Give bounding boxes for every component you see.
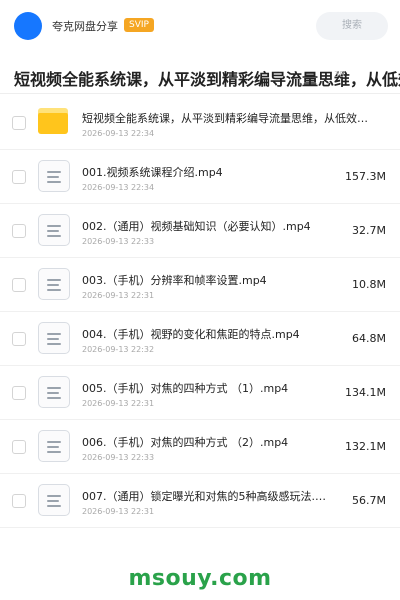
file-name: 004.（手机）视野的变化和焦距的特点.mp4: [82, 328, 300, 341]
avatar[interactable]: [14, 12, 42, 40]
file-name: 短视频全能系统课，从平淡到精彩编导流量思维，从低效到高效: [82, 112, 372, 125]
title-hint: 38: [334, 70, 345, 79]
file-name: 003.（手机）分辨率和帧率设置.mp4: [82, 274, 267, 287]
title-bar: 短视频全能系统课，从平淡到精彩编导流量思维，从低效到高效 38: [0, 62, 400, 94]
search-button[interactable]: 搜索: [316, 12, 388, 40]
file-date: 2026-09-13 22:34: [82, 129, 155, 138]
list-item-file[interactable]: 006.（手机）对焦的四种方式 （2）.mp4 2026-09-13 22:33…: [0, 420, 400, 474]
watermark-text: msouy.com: [128, 566, 272, 591]
row-checkbox[interactable]: [12, 332, 26, 346]
list-item-file[interactable]: 004.（手机）视野的变化和焦距的特点.mp4 2026-09-13 22:32…: [0, 312, 400, 366]
file-date: 2026-09-13 22:31: [82, 507, 155, 516]
file-date: 2026-09-13 22:31: [82, 399, 155, 408]
row-checkbox[interactable]: [12, 440, 26, 454]
document-icon: [38, 430, 70, 462]
file-date: 2026-09-13 22:33: [82, 453, 155, 462]
file-name: 006.（手机）对焦的四种方式 （2）.mp4: [82, 436, 289, 449]
file-date: 2026-09-13 22:32: [82, 345, 155, 354]
row-checkbox[interactable]: [12, 278, 26, 292]
row-checkbox[interactable]: [12, 170, 26, 184]
document-icon: [38, 484, 70, 516]
list-item-folder[interactable]: 短视频全能系统课，从平淡到精彩编导流量思维，从低效到高效 2026-09-13 …: [0, 96, 400, 150]
list-item-file[interactable]: 005.（手机）对焦的四种方式 （1）.mp4 2026-09-13 22:31…: [0, 366, 400, 420]
file-size: 56.7M: [352, 494, 386, 507]
file-size: 132.1M: [345, 440, 386, 453]
share-owner-name: 夸克网盘分享: [52, 20, 118, 33]
list-item-file[interactable]: 007.（通用）锁定曝光和对焦的5种高级感玩法.mp4 2026-09-13 2…: [0, 474, 400, 528]
file-size: 134.1M: [345, 386, 386, 399]
file-name: 007.（通用）锁定曝光和对焦的5种高级感玩法.mp4: [82, 490, 332, 503]
document-icon: [38, 214, 70, 246]
row-checkbox[interactable]: [12, 116, 26, 130]
file-size: 157.3M: [345, 170, 386, 183]
file-size: 10.8M: [352, 278, 386, 291]
folder-icon: [38, 108, 68, 134]
share-header: 夸克网盘分享 SVIP 搜索: [0, 0, 400, 56]
row-checkbox[interactable]: [12, 224, 26, 238]
file-size: 64.8M: [352, 332, 386, 345]
file-size: 32.7M: [352, 224, 386, 237]
file-date: 2026-09-13 22:34: [82, 183, 155, 192]
svip-badge: SVIP: [124, 18, 154, 32]
file-date: 2026-09-13 22:31: [82, 291, 155, 300]
row-checkbox[interactable]: [12, 386, 26, 400]
list-item-file[interactable]: 003.（手机）分辨率和帧率设置.mp4 2026-09-13 22:31 10…: [0, 258, 400, 312]
file-name: 002.（通用）视频基础知识（必要认知）.mp4: [82, 220, 311, 233]
file-date: 2026-09-13 22:33: [82, 237, 155, 246]
file-name: 005.（手机）对焦的四种方式 （1）.mp4: [82, 382, 289, 395]
file-name: 001.视频系统课程介绍.mp4: [82, 166, 223, 179]
row-checkbox[interactable]: [12, 494, 26, 508]
list-item-file[interactable]: 002.（通用）视频基础知识（必要认知）.mp4 2026-09-13 22:3…: [0, 204, 400, 258]
document-icon: [38, 376, 70, 408]
document-icon: [38, 160, 70, 192]
list-item-file[interactable]: 001.视频系统课程介绍.mp4 2026-09-13 22:34 157.3M: [0, 150, 400, 204]
document-icon: [38, 268, 70, 300]
document-icon: [38, 322, 70, 354]
